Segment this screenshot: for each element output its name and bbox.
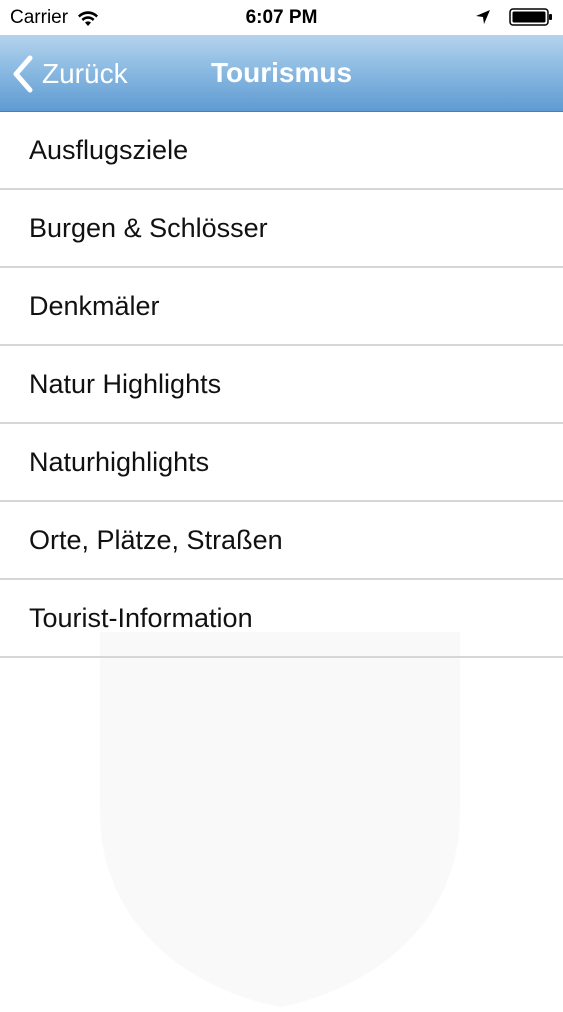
list-item-label: Denkmäler (29, 290, 160, 321)
list-item[interactable]: Orte, Plätze, Straßen (0, 502, 563, 580)
back-label: Zurück (42, 58, 128, 89)
list-item[interactable]: Burgen & Schlösser (0, 190, 563, 268)
back-button[interactable]: Zurück (10, 53, 128, 95)
list-item-label: Burgen & Schlösser (29, 212, 268, 243)
list-item[interactable]: Denkmäler (0, 268, 563, 346)
battery-icon (509, 8, 552, 26)
location-icon (476, 10, 490, 24)
list-item[interactable]: Natur Highlights (0, 346, 563, 424)
page-title: Tourismus (210, 57, 353, 88)
list-item[interactable]: Tourist-Information (0, 580, 563, 658)
list-item-label: Orte, Plätze, Straßen (29, 524, 283, 555)
list-item-label: Ausflugsziele (29, 134, 189, 165)
watermark-emblem (100, 632, 460, 1007)
list-item-label: Natur Highlights (29, 368, 222, 399)
status-bar: Carrier 6:07 PM (0, 0, 563, 35)
list-item-label: Naturhighlights (29, 446, 210, 477)
status-right (475, 7, 553, 27)
navigation-bar: Zurück Tourismus (0, 35, 563, 112)
back-chevron-icon (13, 55, 33, 93)
list-item-label: Tourist-Information (29, 602, 253, 633)
list-item[interactable]: Ausflugsziele (0, 112, 563, 190)
tourism-list: Ausflugsziele Burgen & Schlösser Denkmäl… (0, 112, 563, 658)
list-item[interactable]: Naturhighlights (0, 424, 563, 502)
content-area: Ausflugsziele Burgen & Schlösser Denkmäl… (0, 112, 563, 1007)
